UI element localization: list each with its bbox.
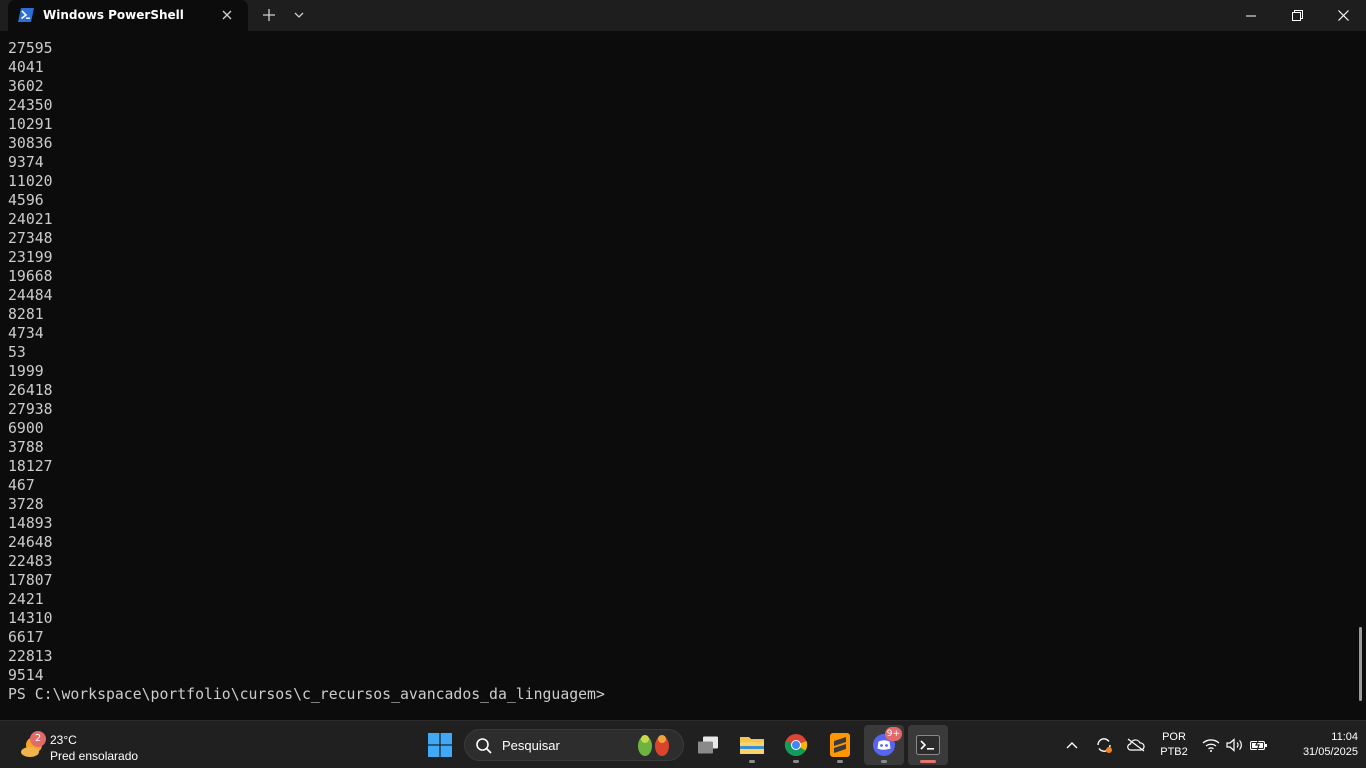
- battery-icon[interactable]: [1249, 735, 1269, 755]
- output-line: 9514: [8, 667, 44, 684]
- active-indicator: [920, 760, 936, 763]
- search-icon: [475, 737, 493, 755]
- windows-logo-icon: [428, 733, 452, 757]
- running-indicator: [881, 760, 887, 763]
- output-line: 24021: [8, 211, 53, 228]
- output-line: 8281: [8, 306, 44, 323]
- output-line: 4734: [8, 325, 44, 342]
- output-line: 27595: [8, 40, 53, 57]
- sublime-text-icon[interactable]: [820, 725, 860, 765]
- output-line: 24350: [8, 97, 53, 114]
- task-view-icon[interactable]: [688, 725, 728, 765]
- scrollbar-thumb[interactable]: [1359, 627, 1362, 701]
- discord-notification-badge: 9+: [884, 727, 902, 741]
- output-line: 467: [8, 477, 35, 494]
- output-line: 4596: [8, 192, 44, 209]
- output-line: 11020: [8, 173, 53, 190]
- keyboard-layout: PTB2: [1160, 746, 1188, 758]
- terminal-output: 27595 4041 3602 24350 10291 30836 9374 11020 459…: [8, 39, 605, 704]
- output-line: 22813: [8, 648, 53, 665]
- running-indicator: [749, 760, 755, 763]
- input-language[interactable]: POR PTB2: [1158, 730, 1190, 760]
- output-line: 10291: [8, 116, 53, 133]
- output-line: 17807: [8, 572, 53, 589]
- command-prompt[interactable]: PS C:\workspace\portfolio\cursos\c_recur…: [8, 685, 605, 704]
- output-line: 4041: [8, 59, 44, 76]
- close-tab-icon[interactable]: [216, 4, 238, 26]
- sync-icon[interactable]: [1094, 735, 1114, 755]
- taskbar: 2 23°C Pred ensolarado Pesquisar 9+ POR …: [0, 720, 1366, 768]
- chrome-icon[interactable]: [776, 725, 816, 765]
- weather-widget[interactable]: 2 23°C Pred ensolarado: [16, 725, 176, 765]
- output-line: 30836: [8, 135, 53, 152]
- output-line: 53: [8, 344, 26, 361]
- minimize-button[interactable]: [1228, 0, 1274, 31]
- weather-description: Pred ensolarado: [50, 749, 139, 763]
- output-line: 1999: [8, 363, 44, 380]
- weather-temperature: 23°C: [50, 733, 77, 747]
- search-box[interactable]: Pesquisar: [464, 729, 684, 761]
- notification-badge: 2: [30, 731, 46, 747]
- system-clock[interactable]: 11:04 31/05/2025: [1278, 730, 1358, 760]
- output-line: 24484: [8, 287, 53, 304]
- chevron-down-icon[interactable]: [286, 3, 312, 27]
- clock-time: 11:04: [1331, 731, 1358, 743]
- running-indicator: [793, 760, 799, 763]
- file-explorer-icon[interactable]: [732, 725, 772, 765]
- volume-icon[interactable]: [1225, 735, 1245, 755]
- output-line: 27938: [8, 401, 53, 418]
- language-code: POR: [1162, 731, 1186, 743]
- wifi-icon[interactable]: [1201, 735, 1221, 755]
- parrots-icon: [633, 733, 675, 759]
- output-line: 26418: [8, 382, 53, 399]
- terminal-icon[interactable]: [908, 725, 948, 765]
- output-line: 3788: [8, 439, 44, 456]
- output-line: 3602: [8, 78, 44, 95]
- close-window-button[interactable]: [1320, 0, 1366, 31]
- output-line: 24648: [8, 534, 53, 551]
- output-line: 3728: [8, 496, 44, 513]
- start-button[interactable]: [420, 725, 460, 765]
- title-bar: Windows PowerShell: [0, 0, 1366, 31]
- output-line: 18127: [8, 458, 53, 475]
- output-line: 6900: [8, 420, 44, 437]
- terminal-pane[interactable]: 27595 4041 3602 24350 10291 30836 9374 11020 459…: [0, 31, 1366, 720]
- output-line: 14310: [8, 610, 53, 627]
- output-line: 9374: [8, 154, 44, 171]
- output-line: 14893: [8, 515, 53, 532]
- output-line: 27348: [8, 230, 53, 247]
- cloud-offline-icon[interactable]: [1126, 735, 1146, 755]
- output-line: 19668: [8, 268, 53, 285]
- clock-date: 31/05/2025: [1302, 746, 1358, 758]
- output-line: 23199: [8, 249, 53, 266]
- output-line: 2421: [8, 591, 44, 608]
- output-line: 22483: [8, 553, 53, 570]
- tab-title: Windows PowerShell: [43, 8, 184, 22]
- restore-button[interactable]: [1274, 0, 1320, 31]
- chevron-up-icon[interactable]: [1062, 735, 1082, 755]
- powershell-icon: [18, 7, 34, 22]
- discord-icon[interactable]: 9+: [864, 725, 904, 765]
- search-placeholder: Pesquisar: [502, 738, 560, 753]
- new-tab-button[interactable]: [256, 3, 282, 27]
- running-indicator: [837, 760, 843, 763]
- output-line: 6617: [8, 629, 44, 646]
- tab-windows-powershell[interactable]: Windows PowerShell: [8, 0, 248, 31]
